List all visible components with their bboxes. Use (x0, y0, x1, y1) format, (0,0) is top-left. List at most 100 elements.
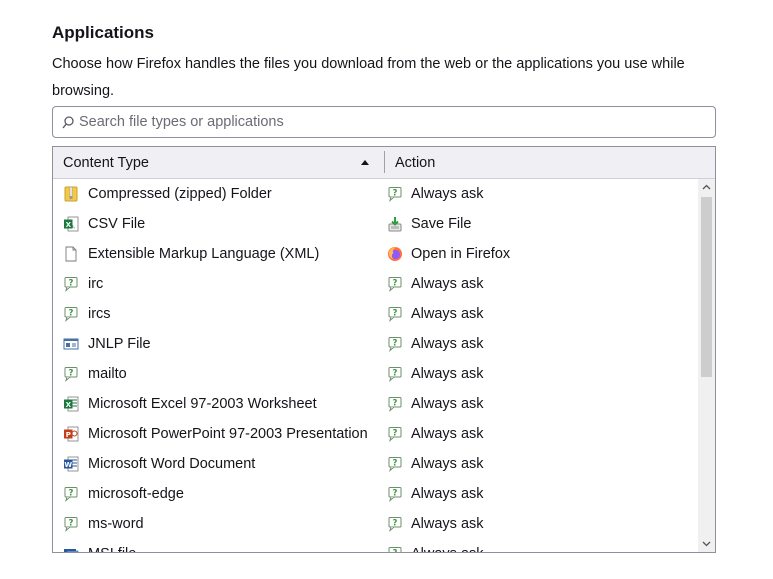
excel-icon: X (63, 396, 79, 412)
action-select[interactable]: Always ask (411, 546, 484, 552)
section-description: Choose how Firefox handles the files you… (52, 56, 685, 99)
svg-text:?: ? (69, 369, 74, 379)
content-type-header[interactable]: Content Type (63, 155, 149, 171)
search-input[interactable] (79, 107, 699, 137)
action-select[interactable]: Open in Firefox (411, 246, 510, 262)
content-type-label: MSI file (88, 546, 136, 552)
content-type-label: mailto (88, 366, 127, 382)
search-icon (62, 116, 74, 129)
svg-text:?: ? (393, 339, 398, 349)
content-type-label: Extensible Markup Language (XML) (88, 246, 320, 262)
table-row[interactable]: P Microsoft PowerPoint 97-2003 Presentati… (53, 419, 698, 449)
blank-file-icon (63, 246, 79, 262)
table-row[interactable]: ? microsoft-edge? Always ask (53, 479, 698, 509)
save-file-icon (387, 216, 403, 232)
svg-text:?: ? (393, 399, 398, 409)
ask-icon: ? (387, 546, 403, 554)
action-select[interactable]: Always ask (411, 276, 484, 292)
table-row[interactable]: X Microsoft Excel 97-2003 Worksheet? Alway… (53, 389, 698, 419)
action-select[interactable]: Always ask (411, 426, 484, 442)
ask-icon: ? (387, 276, 403, 292)
svg-text:X: X (66, 401, 72, 409)
zip-folder-icon (63, 186, 79, 202)
table-row[interactable]: W Microsoft Word Document? Always ask (53, 449, 698, 479)
svg-text:?: ? (69, 519, 74, 529)
svg-text:?: ? (393, 459, 398, 469)
action-select[interactable]: Always ask (411, 366, 484, 382)
vertical-scrollbar[interactable] (698, 179, 715, 552)
ask-icon: ? (63, 306, 79, 322)
excel-csv-icon: a, X (63, 216, 79, 232)
table-row[interactable]: MSI file? Always ask (53, 539, 698, 554)
ask-icon: ? (387, 456, 403, 472)
ask-icon: ? (387, 186, 403, 202)
action-select[interactable]: Save File (411, 216, 471, 232)
svg-text:W: W (64, 461, 72, 469)
table-row[interactable]: Extensible Markup Language (XML) Open in … (53, 239, 698, 269)
svg-text:?: ? (393, 489, 398, 499)
content-type-label: ms-word (88, 516, 144, 532)
action-select[interactable]: Always ask (411, 486, 484, 502)
table-row[interactable]: ? irc? Always ask (53, 269, 698, 299)
table-row[interactable]: ? ircs? Always ask (53, 299, 698, 329)
svg-text:?: ? (393, 519, 398, 529)
action-select[interactable]: Always ask (411, 396, 484, 412)
action-select[interactable]: Always ask (411, 186, 484, 202)
scroll-down-arrow-icon[interactable] (698, 535, 715, 552)
action-header[interactable]: Action (395, 155, 435, 171)
ask-icon: ? (387, 336, 403, 352)
svg-text:?: ? (69, 279, 74, 289)
msi-icon (63, 546, 79, 552)
ask-icon: ? (387, 516, 403, 532)
content-type-label: Microsoft Word Document (88, 456, 256, 472)
svg-text:?: ? (393, 549, 398, 554)
handlers-table: Content Type Action Compressed (zipped) … (52, 146, 716, 553)
content-type-label: CSV File (88, 216, 146, 232)
content-type-label: irc (88, 276, 104, 292)
svg-text:?: ? (393, 429, 398, 439)
ask-icon: ? (387, 306, 403, 322)
action-select[interactable]: Always ask (411, 456, 484, 472)
svg-text:?: ? (393, 189, 398, 199)
search-box[interactable] (52, 106, 716, 138)
content-type-label: Microsoft PowerPoint 97-2003 Presentatio… (88, 426, 368, 442)
table-body: Compressed (zipped) Folder? Always ask a, X… (53, 179, 698, 554)
table-row[interactable]: ? ms-word? Always ask (53, 509, 698, 539)
ask-icon: ? (63, 516, 79, 532)
powerpoint-icon: P (63, 426, 79, 442)
svg-text:?: ? (69, 489, 74, 499)
svg-text:X: X (66, 221, 72, 229)
firefox-icon (387, 246, 403, 262)
table-row[interactable]: ? mailto? Always ask (53, 359, 698, 389)
table-header: Content Type Action (53, 147, 715, 179)
svg-text:?: ? (69, 309, 74, 319)
table-row[interactable]: a, X CSV File Save File (53, 209, 698, 239)
content-type-label: Microsoft Excel 97-2003 Worksheet (88, 396, 317, 412)
scrollbar-thumb[interactable] (701, 197, 712, 377)
action-select[interactable]: Always ask (411, 336, 484, 352)
ask-icon: ? (387, 486, 403, 502)
column-divider[interactable] (384, 151, 385, 173)
sort-ascending-icon (361, 160, 369, 165)
svg-text:?: ? (393, 369, 398, 379)
word-icon: W (63, 456, 79, 472)
svg-text:?: ? (393, 279, 398, 289)
table-row[interactable]: JNLP File? Always ask (53, 329, 698, 359)
ask-icon: ? (387, 396, 403, 412)
ask-icon: ? (63, 276, 79, 292)
content-type-label: Compressed (zipped) Folder (88, 186, 272, 202)
content-type-label: ircs (88, 306, 111, 322)
ask-icon: ? (387, 426, 403, 442)
section-title: Applications (52, 23, 155, 42)
action-select[interactable]: Always ask (411, 306, 484, 322)
svg-text:P: P (66, 431, 71, 439)
ask-icon: ? (387, 366, 403, 382)
scroll-up-arrow-icon[interactable] (698, 179, 715, 196)
content-type-label: JNLP File (88, 336, 151, 352)
action-select[interactable]: Always ask (411, 516, 484, 532)
jnlp-icon (63, 336, 79, 352)
content-type-label: microsoft-edge (88, 486, 184, 502)
svg-text:?: ? (393, 309, 398, 319)
table-row[interactable]: Compressed (zipped) Folder? Always ask (53, 179, 698, 209)
ask-icon: ? (63, 486, 79, 502)
